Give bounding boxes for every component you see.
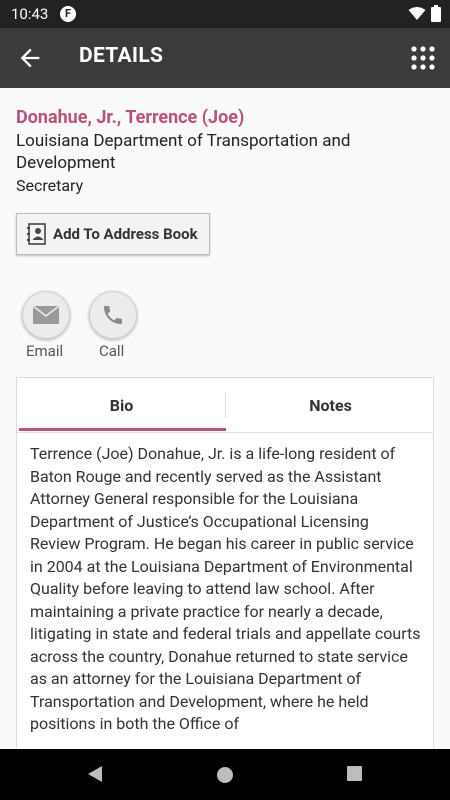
system-nav-bar bbox=[0, 749, 450, 800]
call-button[interactable] bbox=[89, 291, 137, 339]
active-tab-indicator bbox=[19, 428, 226, 431]
status-time: 10:43 bbox=[11, 5, 49, 23]
call-label: Call bbox=[99, 342, 125, 360]
email-button[interactable] bbox=[22, 291, 70, 339]
arrow-left-icon[interactable] bbox=[16, 44, 44, 72]
add-to-address-book-label: Add To Address Book bbox=[53, 225, 198, 243]
contact-organization: Louisiana Department of Transportation a… bbox=[16, 131, 351, 173]
tab-notes[interactable]: Notes bbox=[226, 378, 433, 432]
page-title: DETAILS bbox=[79, 44, 164, 68]
add-to-address-book-button[interactable]: Add To Address Book bbox=[16, 213, 210, 255]
nav-back-icon[interactable] bbox=[86, 765, 104, 783]
nav-home-icon[interactable] bbox=[215, 765, 235, 785]
nav-recents-icon[interactable] bbox=[346, 765, 363, 782]
tab-bar: Bio Notes bbox=[17, 378, 433, 433]
address-book-icon bbox=[27, 223, 46, 245]
app-bar: DETAILS bbox=[0, 28, 450, 88]
tab-bio[interactable]: Bio bbox=[17, 378, 226, 432]
bio-text: Terrence (Joe) Donahue, Jr. is a life-lo… bbox=[30, 444, 421, 733]
battery-icon bbox=[431, 5, 441, 22]
contact-title: Secretary bbox=[16, 176, 84, 195]
wifi-icon bbox=[408, 7, 426, 20]
phone-icon bbox=[104, 306, 122, 324]
email-label: Email bbox=[26, 342, 64, 360]
bio-notes-card: Bio Notes Terrence (Joe) Donahue, Jr. is… bbox=[16, 377, 434, 749]
status-bar: 10:43 F bbox=[0, 0, 450, 28]
contact-name: Donahue, Jr., Terrence (Joe) bbox=[16, 107, 245, 128]
app-notification-icon: F bbox=[60, 6, 76, 22]
envelope-icon bbox=[33, 306, 59, 324]
grid-menu-icon[interactable] bbox=[411, 46, 435, 70]
